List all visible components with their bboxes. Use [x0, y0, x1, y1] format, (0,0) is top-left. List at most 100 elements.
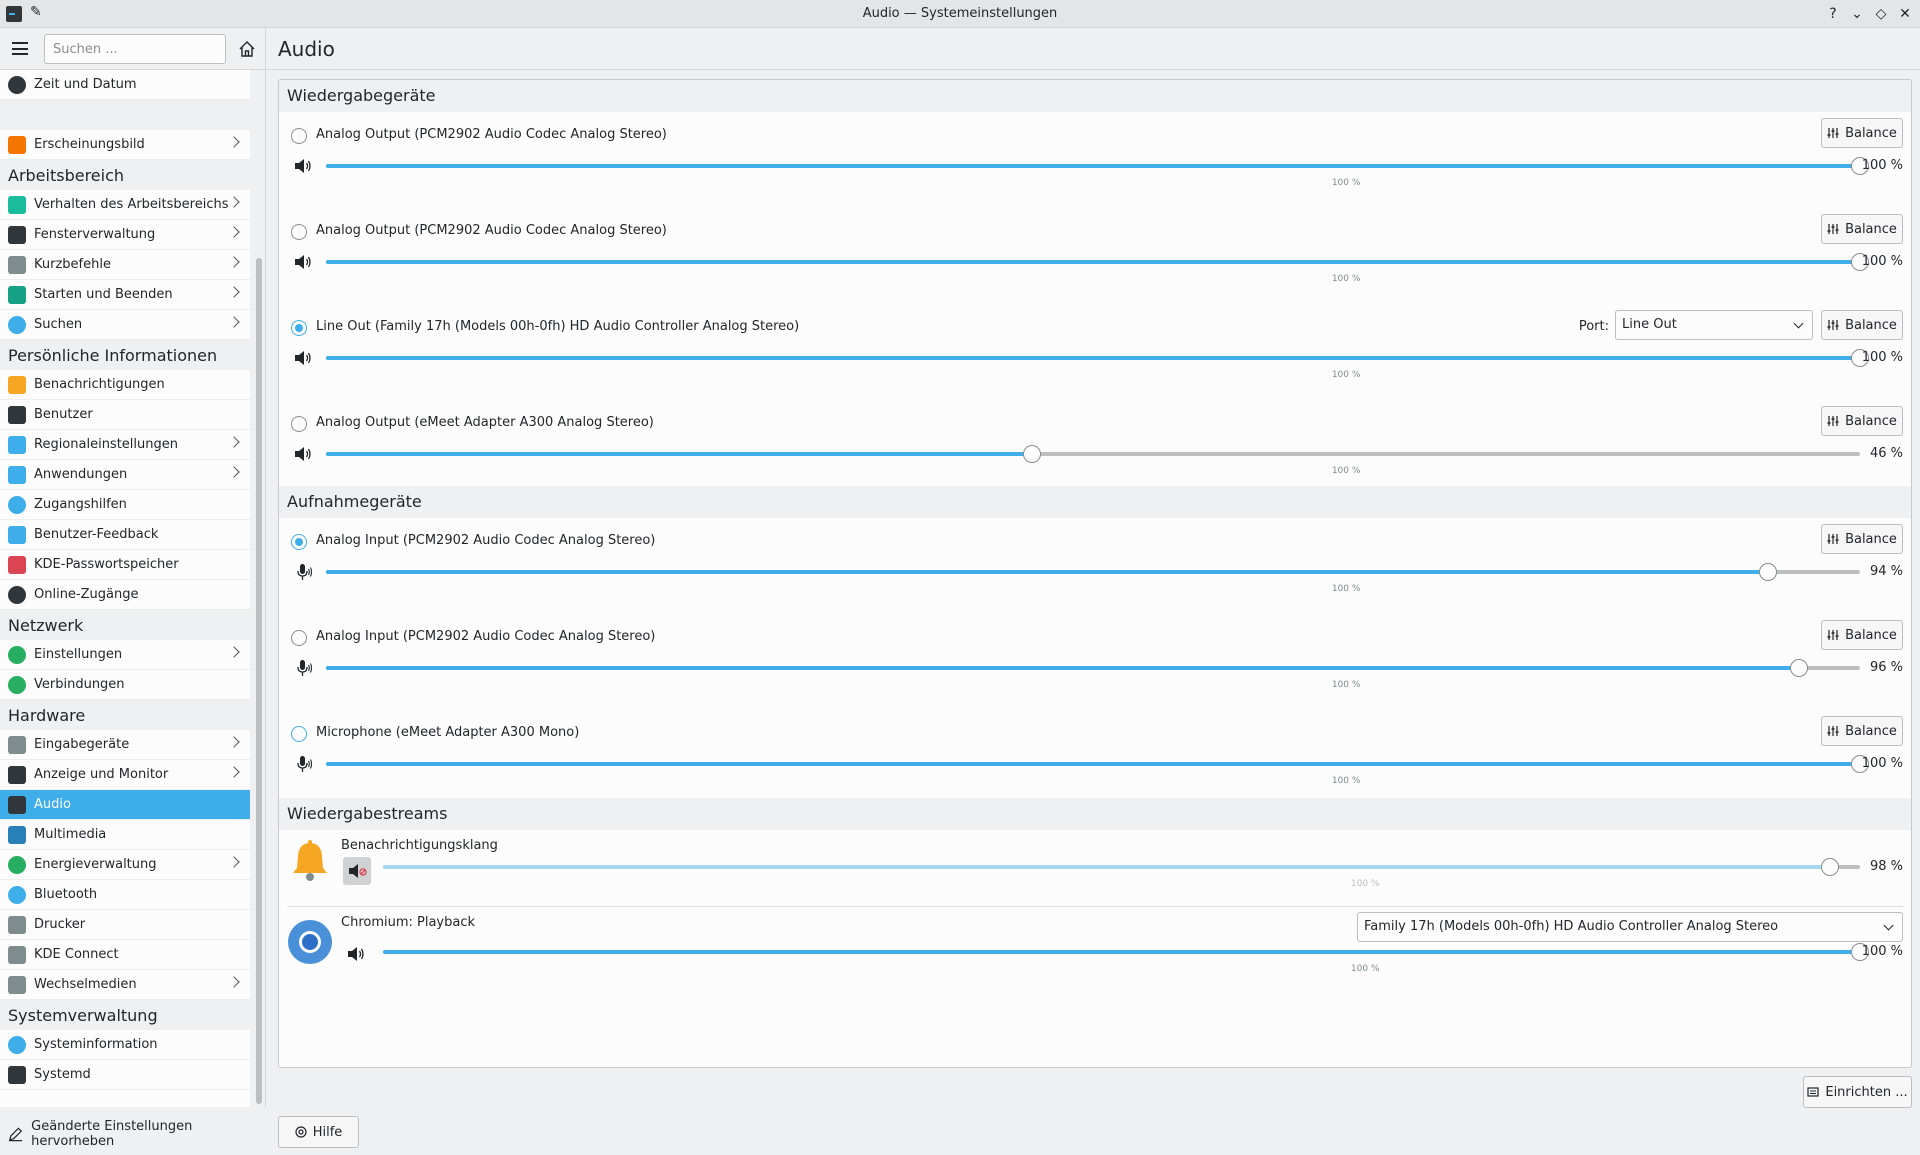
- volume-slider[interactable]: 100 %: [326, 755, 1869, 786]
- port-select[interactable]: Line Out: [1615, 310, 1813, 340]
- speaker-mute-toggle-icon[interactable]: [343, 941, 371, 969]
- sidebar-item-energieverwaltung[interactable]: Energieverwaltung: [0, 850, 250, 880]
- audio-device: Analog Input (PCM2902 Audio Codec Analog…: [279, 518, 1911, 614]
- home-icon[interactable]: [238, 40, 256, 58]
- default-device-radio[interactable]: [291, 416, 307, 432]
- volume-slider[interactable]: 100 %: [326, 253, 1869, 284]
- chevron-right-icon: [228, 316, 240, 328]
- sidebar-item-systeminformation[interactable]: Systeminformation: [0, 1030, 250, 1060]
- sidebar-item-drucker[interactable]: Drucker: [0, 910, 250, 940]
- sidebar-item-bluetooth[interactable]: Bluetooth: [0, 880, 250, 910]
- balance-button[interactable]: Balance: [1821, 118, 1903, 148]
- sidebar-item-verhalten-des-arbeitsbereichs[interactable]: Verhalten des Arbeitsbereichs: [0, 190, 250, 220]
- search-input[interactable]: [44, 34, 226, 64]
- sidebar-item-systemd[interactable]: Systemd: [0, 1060, 250, 1090]
- playback-streams-heading: Wiedergabestreams: [279, 798, 1911, 830]
- sidebar-item-zugangshilfen[interactable]: Zugangshilfen: [0, 490, 250, 520]
- sidebar-item-online-zugänge[interactable]: Online-Zugänge: [0, 580, 250, 610]
- default-device-radio[interactable]: [291, 224, 307, 240]
- balance-button[interactable]: Balance: [1821, 310, 1903, 340]
- default-device-radio[interactable]: [291, 630, 307, 646]
- volume-slider[interactable]: 100 %: [326, 157, 1869, 188]
- maximize-window-button[interactable]: ◇: [1871, 4, 1891, 24]
- microphone-mute-toggle-icon[interactable]: [293, 563, 313, 581]
- balance-button[interactable]: Balance: [1821, 524, 1903, 554]
- balance-button[interactable]: Balance: [1821, 406, 1903, 436]
- default-device-radio[interactable]: [291, 534, 307, 550]
- default-device-radio[interactable]: [291, 726, 307, 742]
- help-button[interactable]: Hilfe: [278, 1116, 359, 1148]
- sidebar-item-starten-und-beenden[interactable]: Starten und Beenden: [0, 280, 250, 310]
- sidebar-item-anzeige-und-monitor[interactable]: Anzeige und Monitor: [0, 760, 250, 790]
- accessibility-icon: [8, 495, 26, 514]
- volume-slider[interactable]: 100 %: [326, 349, 1869, 380]
- sidebar-item-wechselmedien[interactable]: Wechselmedien: [0, 970, 250, 1000]
- volume-slider-handle[interactable]: [1758, 563, 1777, 581]
- volume-slider-handle[interactable]: [1022, 445, 1041, 463]
- sidebar-item-multimedia[interactable]: Multimedia: [0, 820, 250, 850]
- default-device-radio[interactable]: [291, 128, 307, 144]
- sidebar-item-kurzbefehle[interactable]: Kurzbefehle: [0, 250, 250, 280]
- sidebar-item-erscheinungsbild[interactable]: Erscheinungsbild: [0, 130, 250, 160]
- speaker-mute-toggle-icon[interactable]: [293, 349, 313, 367]
- microphone-mute-toggle-icon[interactable]: [293, 659, 313, 677]
- sidebar-item-audio[interactable]: Audio: [0, 790, 250, 820]
- volume-slider-handle[interactable]: [1789, 659, 1808, 677]
- sidebar-scrollbar-handle[interactable]: [256, 258, 262, 1104]
- phone-icon: [8, 945, 26, 964]
- help-window-button[interactable]: ?: [1823, 4, 1843, 24]
- sidebar-item-regionaleinstellungen[interactable]: Regionaleinstellungen: [0, 430, 250, 460]
- sidebar-item-label: Anwendungen: [34, 467, 128, 482]
- sidebar-item-verbindungen[interactable]: Verbindungen: [0, 670, 250, 700]
- hamburger-menu-icon[interactable]: [12, 42, 28, 55]
- close-window-button[interactable]: ✕: [1895, 4, 1915, 24]
- port-label: Port:: [1578, 319, 1609, 334]
- balance-button[interactable]: Balance: [1821, 716, 1903, 746]
- highlight-changed-settings-button[interactable]: Geänderte Einstellungen hervorheben: [0, 1117, 266, 1151]
- sidebar-category: Systemverwaltung: [0, 1000, 250, 1030]
- configure-button[interactable]: Einrichten ...: [1803, 1076, 1912, 1108]
- volume-slider[interactable]: 100 %: [326, 445, 1860, 476]
- balance-button[interactable]: Balance: [1821, 620, 1903, 650]
- minimize-window-button[interactable]: ⌄: [1847, 4, 1867, 24]
- stream-name: Chromium: Playback: [341, 915, 476, 930]
- output-device-select[interactable]: Family 17h (Models 00h-0fh) HD Audio Con…: [1357, 912, 1903, 942]
- pencil-icon: [8, 1127, 23, 1142]
- sidebar-item-kde-connect[interactable]: KDE Connect: [0, 940, 250, 970]
- microphone-mute-toggle-icon[interactable]: [293, 755, 313, 773]
- systemd-icon: [8, 1065, 26, 1084]
- volume-percentage: 94 %: [1869, 564, 1903, 579]
- sidebar-item-benutzer-feedback[interactable]: Benutzer-Feedback: [0, 520, 250, 550]
- volume-slider[interactable]: 100 %: [383, 858, 1860, 889]
- wallet-icon: [8, 555, 26, 574]
- highlight-changed-label: Geänderte Einstellungen hervorheben: [31, 1119, 193, 1149]
- muted-speaker-icon[interactable]: [343, 857, 371, 885]
- sidebar-item-benutzer[interactable]: Benutzer: [0, 400, 250, 430]
- sidebar-item-suchen[interactable]: Suchen: [0, 310, 250, 340]
- network-icon: [8, 645, 26, 664]
- sidebar-category: Netzwerk: [0, 610, 250, 640]
- sidebar-item-zeit-und-datum[interactable]: Zeit und Datum: [0, 70, 250, 100]
- volume-slider-handle[interactable]: [1821, 858, 1840, 876]
- sidebar-item-label: Benutzer: [34, 407, 93, 422]
- balance-button[interactable]: Balance: [1821, 214, 1903, 244]
- workspace-icon: [8, 195, 26, 214]
- default-device-radio[interactable]: [291, 320, 307, 336]
- volume-percentage: 100 %: [1861, 756, 1903, 771]
- audio-settings-panel: Wiedergabegeräte Analog Output (PCM2902 …: [278, 79, 1912, 1068]
- sidebar-item-kde-passwortspeicher[interactable]: KDE-Passwortspeicher: [0, 550, 250, 580]
- volume-slider[interactable]: 100 %: [326, 563, 1860, 594]
- sidebar-item-benachrichtigungen[interactable]: Benachrichtigungen: [0, 370, 250, 400]
- speaker-mute-toggle-icon[interactable]: [293, 253, 313, 271]
- search-icon: [8, 315, 26, 334]
- globe-icon: [8, 585, 26, 604]
- sidebar-item-label: Benutzer-Feedback: [34, 527, 159, 542]
- speaker-mute-toggle-icon[interactable]: [293, 157, 313, 175]
- sidebar-item-anwendungen[interactable]: Anwendungen: [0, 460, 250, 490]
- sidebar-item-eingabegeräte[interactable]: Eingabegeräte: [0, 730, 250, 760]
- sidebar-item-einstellungen[interactable]: Einstellungen: [0, 640, 250, 670]
- volume-slider[interactable]: 100 %: [326, 659, 1860, 690]
- sidebar-item-fensterverwaltung[interactable]: Fensterverwaltung: [0, 220, 250, 250]
- volume-slider[interactable]: 100 %: [383, 943, 1869, 974]
- speaker-mute-toggle-icon[interactable]: [293, 445, 313, 463]
